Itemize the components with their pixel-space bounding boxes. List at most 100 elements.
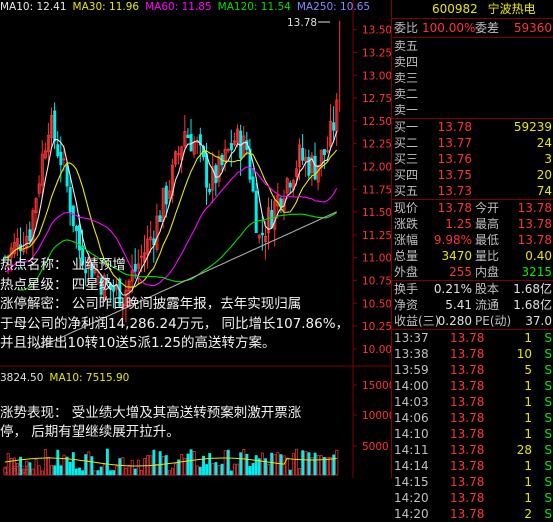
- volume-bar: [109, 470, 112, 476]
- candle-body: [251, 176, 255, 192]
- tick-side: S: [544, 427, 552, 441]
- candle-body: [288, 182, 292, 188]
- fund-label: 净资: [394, 298, 419, 312]
- sell-label: 卖二: [394, 87, 419, 101]
- volume-bar: [71, 452, 75, 476]
- buy-volume: 24: [536, 136, 552, 150]
- volume-bar: [242, 448, 246, 476]
- buy-price: 13.78: [437, 120, 472, 134]
- tick-price: 13.78: [450, 331, 485, 345]
- tick-price: 13.78: [450, 491, 485, 505]
- tick-price: 13.78: [450, 363, 485, 377]
- price-tick-label: 10.50: [362, 298, 391, 310]
- stat-label: 量比: [475, 249, 500, 263]
- volume-bar: [267, 464, 271, 476]
- volume-bar: [313, 452, 317, 476]
- volume-bar: [115, 465, 119, 476]
- tick-side: S: [544, 363, 552, 377]
- order-diff-label: 委差: [475, 21, 500, 35]
- buy-price: 13.73: [437, 184, 472, 198]
- volume-bar: [205, 464, 209, 476]
- tick-row: 14:15 13.78 1 S: [392, 474, 553, 490]
- tick-price: 13.78: [450, 347, 485, 361]
- tick-price: 13.78: [450, 379, 485, 393]
- kline-chart-area[interactable]: 13.50 13.25 13.00 12.75 12.50 12.25 12.00 11.75…: [0, 0, 391, 478]
- volume-bar: [304, 450, 308, 476]
- stat-row: 外盘 255 内盘 3215: [392, 264, 553, 280]
- stat-value: 13.78: [517, 233, 552, 247]
- volume-bar: [155, 463, 159, 476]
- tick-volume: 1: [524, 411, 532, 425]
- tick-time: 14:11: [394, 443, 429, 457]
- tick-time: 14:10: [394, 427, 429, 441]
- stat-label: 总量: [394, 249, 419, 263]
- volume-bar: [99, 466, 103, 476]
- tick-price: 13.78: [450, 443, 485, 457]
- candle-body: [322, 149, 326, 156]
- stat-row: 现价 13.78 今开 13.78: [392, 200, 553, 216]
- price-tick-label: 13.50: [362, 25, 391, 37]
- volume-bar: [208, 453, 212, 476]
- stat-value: 13.78: [517, 201, 552, 215]
- fund-value: 1.68亿: [513, 282, 552, 296]
- tick-volume: 1: [524, 475, 532, 489]
- tick-price: 13.78: [450, 459, 485, 473]
- volume-bar: [31, 468, 35, 476]
- volume-bar: [56, 449, 60, 476]
- sell-label: 卖三: [394, 71, 419, 85]
- stat-row: 涨幅 9.98% 最低 13.78: [392, 232, 553, 248]
- stat-value: 3215: [521, 265, 552, 279]
- buy-orders: 买一 13.78 59239 买二 13.77 24 买三 13.76 3 买四 13.75 20 买五…: [392, 119, 553, 199]
- fund-label: 换手: [394, 282, 419, 296]
- volume-ma10: MA10: 7515.90: [49, 372, 130, 384]
- volume-tick-label: 10000: [362, 410, 391, 422]
- fund-row: 收益(三) 0.280 PE(动) 37.0: [392, 313, 553, 329]
- tick-list[interactable]: 13:37 13.78 1 S 13:38 13.78 10 S 13:59 13.78 5 S 14:…: [392, 330, 553, 522]
- price-tick-label: 11.25: [362, 230, 391, 242]
- fund-value: 5.41: [445, 298, 472, 312]
- volume-bar: [143, 458, 147, 476]
- stat-label: 外盘: [394, 265, 419, 279]
- volume-bar: [307, 452, 311, 476]
- volume-bar: [233, 463, 236, 476]
- limit-up-reason-line2: 于母公司的净利润14,286.24万元， 同比增长107.86%，: [0, 315, 350, 332]
- volume-bar: [90, 456, 94, 476]
- buy-label: 买三: [394, 152, 419, 166]
- volume-bar: [53, 465, 57, 476]
- fund-label: 收益(三): [394, 314, 440, 328]
- volume-value: 3824.50: [0, 372, 44, 384]
- volume-bar: [295, 448, 298, 476]
- sell-row: 卖一: [392, 102, 553, 118]
- tick-price: 13.78: [450, 395, 485, 409]
- buy-price: 13.77: [437, 136, 472, 150]
- volume-bar: [174, 463, 178, 476]
- candle-body: [208, 188, 212, 193]
- tick-side: S: [544, 347, 552, 361]
- fund-value: 37.0: [525, 314, 552, 328]
- tick-row: 14:14 13.78 1 S: [392, 458, 553, 474]
- quote-panel: 600982 宁波热电 委比 100.00% 委差 59360 卖五 卖四 卖三 卖二…: [391, 0, 553, 521]
- volume-bar: [288, 469, 292, 476]
- ma30-legend: MA30: 11.96: [72, 1, 140, 13]
- candle-body: [254, 190, 258, 233]
- tick-time: 14:03: [394, 395, 429, 409]
- price-tick-label: 10.00: [362, 344, 391, 356]
- stat-label: 现价: [394, 201, 419, 215]
- volume-bar: [133, 468, 137, 476]
- tick-volume: 1: [524, 427, 532, 441]
- volume-bar: [220, 463, 224, 476]
- candle-body: [332, 122, 336, 131]
- tick-volume: 10: [516, 347, 532, 361]
- sell-label: 卖五: [394, 39, 419, 53]
- volume-bar: [236, 463, 240, 476]
- volume-bar: [214, 462, 218, 476]
- volume-bar: [112, 470, 116, 476]
- price-tick-label: 10.75: [362, 275, 391, 287]
- tick-row: 13:38 13.78 10 S: [392, 346, 553, 362]
- fund-label: PE(动): [475, 314, 512, 328]
- candle-body: [68, 187, 72, 213]
- volume-bar: [102, 464, 106, 476]
- volume-bar: [68, 461, 72, 476]
- sell-row: 卖三: [392, 70, 553, 86]
- tick-row: 14:06 13.78 1 S: [392, 410, 553, 426]
